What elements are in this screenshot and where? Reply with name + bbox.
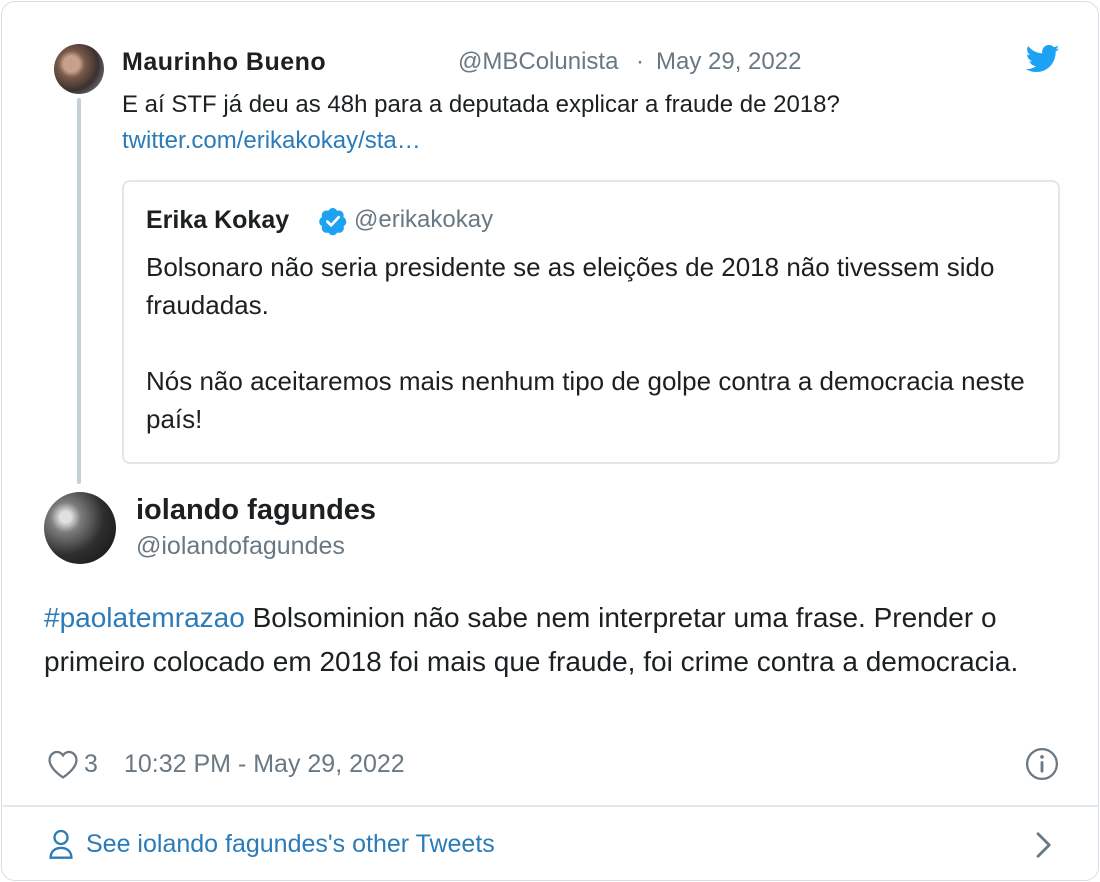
main-tweet-text: #paolatemrazao Bolsominion não sabe nem … [44, 596, 1064, 684]
verified-badge-icon [319, 208, 347, 236]
twitter-bird-icon[interactable] [1026, 44, 1060, 74]
parent-tweet-date[interactable]: May 29, 2022 [656, 48, 801, 76]
quoted-tweet-text: Bolsonaro não seria presidente se as ele… [146, 252, 1025, 434]
heart-icon[interactable] [46, 748, 80, 780]
like-count[interactable]: 3 [84, 750, 98, 779]
quoted-author-handle: @erikakokay [354, 206, 494, 233]
embedded-tweet-card: Maurinho Bueno @MBColunista · May 29, 20… [1, 1, 1099, 881]
parent-author-handle[interactable]: @MBColunista [458, 48, 618, 76]
tweet-timestamp[interactable]: 10:32 PM - May 29, 2022 [124, 750, 405, 779]
quoted-author-name: Erika Kokay [146, 206, 290, 234]
main-author-handle[interactable]: @iolandofagundes [136, 532, 345, 561]
parent-tweet-text: E aí STF já deu as 48h para a deputada e… [122, 91, 840, 118]
main-author-avatar[interactable] [44, 492, 116, 564]
person-icon [49, 829, 73, 859]
thread-connector-line [77, 98, 81, 484]
chevron-right-icon[interactable] [1032, 830, 1054, 860]
footer-divider [3, 805, 1099, 807]
hashtag-link[interactable]: #paolatemrazao [44, 602, 245, 633]
handle-date-separator: · [636, 48, 644, 75]
see-other-tweets-link[interactable]: See iolando fagundes's other Tweets [86, 830, 495, 859]
parent-author-name[interactable]: Maurinho Bueno [122, 48, 326, 77]
quoted-tweet[interactable]: Erika Kokay @erikakokay Bolsonaro não se… [122, 180, 1060, 464]
main-author-name[interactable]: iolando fagundes [136, 494, 376, 527]
parent-author-avatar[interactable] [54, 44, 104, 94]
info-icon[interactable] [1025, 747, 1059, 781]
quoted-tweet-link[interactable]: twitter.com/erikakokay/sta… [122, 124, 421, 158]
